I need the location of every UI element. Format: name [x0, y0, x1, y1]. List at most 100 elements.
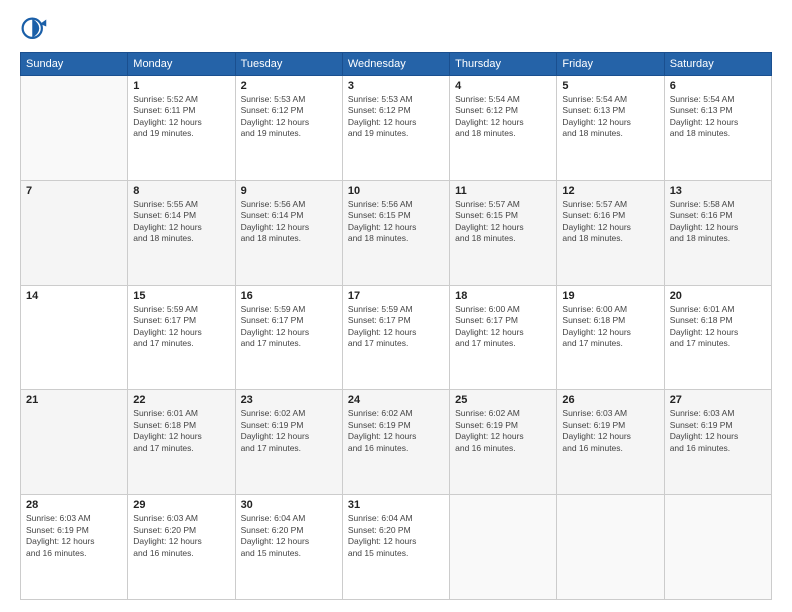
calendar-week-row: 78 Sunrise: 5:55 AM Sunset: 6:14 PM Dayli…	[21, 180, 772, 285]
calendar-cell: 30 Sunrise: 6:04 AM Sunset: 6:20 PM Dayli…	[235, 495, 342, 600]
day-number: 8	[133, 185, 229, 197]
day-info: Sunrise: 5:59 AM Sunset: 6:17 PM Dayligh…	[348, 304, 444, 350]
day-number: 17	[348, 290, 444, 302]
calendar-day-header: Thursday	[450, 53, 557, 76]
day-info: Sunrise: 5:55 AM Sunset: 6:14 PM Dayligh…	[133, 199, 229, 245]
calendar-cell: 26 Sunrise: 6:03 AM Sunset: 6:19 PM Dayli…	[557, 390, 664, 495]
calendar-week-row: 1 Sunrise: 5:52 AM Sunset: 6:11 PM Daylig…	[21, 76, 772, 181]
calendar-cell: 10 Sunrise: 5:56 AM Sunset: 6:15 PM Dayli…	[342, 180, 449, 285]
day-number: 15	[133, 290, 229, 302]
day-info: Sunrise: 6:02 AM Sunset: 6:19 PM Dayligh…	[241, 408, 337, 454]
calendar-day-header: Sunday	[21, 53, 128, 76]
day-number: 13	[670, 185, 766, 197]
calendar-cell	[450, 495, 557, 600]
day-number: 3	[348, 80, 444, 92]
calendar-cell: 9 Sunrise: 5:56 AM Sunset: 6:14 PM Daylig…	[235, 180, 342, 285]
day-number: 10	[348, 185, 444, 197]
calendar-cell: 2 Sunrise: 5:53 AM Sunset: 6:12 PM Daylig…	[235, 76, 342, 181]
day-info: Sunrise: 6:03 AM Sunset: 6:19 PM Dayligh…	[26, 513, 122, 559]
calendar-day-header: Saturday	[664, 53, 771, 76]
calendar-cell: 15 Sunrise: 5:59 AM Sunset: 6:17 PM Dayli…	[128, 285, 235, 390]
calendar-day-header: Monday	[128, 53, 235, 76]
calendar-cell: 6 Sunrise: 5:54 AM Sunset: 6:13 PM Daylig…	[664, 76, 771, 181]
day-number: 2	[241, 80, 337, 92]
calendar-table: SundayMondayTuesdayWednesdayThursdayFrid…	[20, 52, 772, 600]
day-number: 12	[562, 185, 658, 197]
calendar-day-header: Wednesday	[342, 53, 449, 76]
calendar-cell: 13 Sunrise: 5:58 AM Sunset: 6:16 PM Dayli…	[664, 180, 771, 285]
calendar-cell: 24Sunrise: 6:02 AM Sunset: 6:19 PM Dayli…	[342, 390, 449, 495]
day-number: 19	[562, 290, 658, 302]
page: SundayMondayTuesdayWednesdayThursdayFrid…	[0, 0, 792, 612]
calendar-cell: 18 Sunrise: 6:00 AM Sunset: 6:17 PM Dayli…	[450, 285, 557, 390]
day-number: 23	[241, 394, 337, 406]
day-info: Sunrise: 5:58 AM Sunset: 6:16 PM Dayligh…	[670, 199, 766, 245]
day-number: 22	[133, 394, 229, 406]
day-number: 30	[241, 499, 337, 511]
calendar-week-row: 28 Sunrise: 6:03 AM Sunset: 6:19 PM Dayli…	[21, 495, 772, 600]
calendar-cell: 11Sunrise: 5:57 AM Sunset: 6:15 PM Dayli…	[450, 180, 557, 285]
day-number: 6	[670, 80, 766, 92]
calendar-cell	[21, 76, 128, 181]
calendar-cell: 31 Sunrise: 6:04 AM Sunset: 6:20 PM Dayli…	[342, 495, 449, 600]
calendar-cell: 5 Sunrise: 5:54 AM Sunset: 6:13 PM Daylig…	[557, 76, 664, 181]
day-info: Sunrise: 6:04 AM Sunset: 6:20 PM Dayligh…	[241, 513, 337, 559]
day-number: 9	[241, 185, 337, 197]
day-number: 27	[670, 394, 766, 406]
calendar-cell	[664, 495, 771, 600]
calendar-cell: 3 Sunrise: 5:53 AM Sunset: 6:12 PM Daylig…	[342, 76, 449, 181]
day-info: Sunrise: 6:04 AM Sunset: 6:20 PM Dayligh…	[348, 513, 444, 559]
day-info: Sunrise: 5:52 AM Sunset: 6:11 PM Dayligh…	[133, 94, 229, 140]
day-info: Sunrise: 6:03 AM Sunset: 6:19 PM Dayligh…	[670, 408, 766, 454]
day-info: Sunrise: 6:00 AM Sunset: 6:18 PM Dayligh…	[562, 304, 658, 350]
calendar-cell: 25Sunrise: 6:02 AM Sunset: 6:19 PM Dayli…	[450, 390, 557, 495]
day-info: Sunrise: 5:57 AM Sunset: 6:15 PM Dayligh…	[455, 199, 551, 245]
calendar-cell: 14	[21, 285, 128, 390]
day-info: Sunrise: 5:53 AM Sunset: 6:12 PM Dayligh…	[241, 94, 337, 140]
day-info: Sunrise: 5:57 AM Sunset: 6:16 PM Dayligh…	[562, 199, 658, 245]
day-info: Sunrise: 6:02 AM Sunset: 6:19 PM Dayligh…	[455, 408, 551, 454]
calendar-cell	[557, 495, 664, 600]
day-info: Sunrise: 5:54 AM Sunset: 6:12 PM Dayligh…	[455, 94, 551, 140]
calendar-cell: 16Sunrise: 5:59 AM Sunset: 6:17 PM Dayli…	[235, 285, 342, 390]
day-info: Sunrise: 5:53 AM Sunset: 6:12 PM Dayligh…	[348, 94, 444, 140]
day-info: Sunrise: 5:54 AM Sunset: 6:13 PM Dayligh…	[562, 94, 658, 140]
day-info: Sunrise: 6:00 AM Sunset: 6:17 PM Dayligh…	[455, 304, 551, 350]
calendar-cell: 23 Sunrise: 6:02 AM Sunset: 6:19 PM Dayli…	[235, 390, 342, 495]
calendar-cell: 28 Sunrise: 6:03 AM Sunset: 6:19 PM Dayli…	[21, 495, 128, 600]
header	[20, 16, 772, 44]
day-number: 1	[133, 80, 229, 92]
calendar-cell: 4 Sunrise: 5:54 AM Sunset: 6:12 PM Daylig…	[450, 76, 557, 181]
day-number: 28	[26, 499, 122, 511]
calendar-cell: 27 Sunrise: 6:03 AM Sunset: 6:19 PM Dayli…	[664, 390, 771, 495]
calendar-day-header: Friday	[557, 53, 664, 76]
day-info: Sunrise: 6:01 AM Sunset: 6:18 PM Dayligh…	[670, 304, 766, 350]
calendar-header-row: SundayMondayTuesdayWednesdayThursdayFrid…	[21, 53, 772, 76]
day-number: 31	[348, 499, 444, 511]
calendar-cell: 7	[21, 180, 128, 285]
calendar-cell: 19 Sunrise: 6:00 AM Sunset: 6:18 PM Dayli…	[557, 285, 664, 390]
day-info: Sunrise: 6:03 AM Sunset: 6:20 PM Dayligh…	[133, 513, 229, 559]
day-info: Sunrise: 6:01 AM Sunset: 6:18 PM Dayligh…	[133, 408, 229, 454]
day-number: 16	[241, 290, 337, 302]
day-number: 21	[26, 394, 122, 406]
day-info: Sunrise: 5:56 AM Sunset: 6:15 PM Dayligh…	[348, 199, 444, 245]
day-number: 20	[670, 290, 766, 302]
day-number: 7	[26, 185, 122, 197]
calendar-week-row: 14 15 Sunrise: 5:59 AM Sunset: 6:17 PM Day…	[21, 285, 772, 390]
day-info: Sunrise: 6:02 AM Sunset: 6:19 PM Dayligh…	[348, 408, 444, 454]
day-number: 4	[455, 80, 551, 92]
calendar-week-row: 21 22 Sunrise: 6:01 AM Sunset: 6:18 PM Day…	[21, 390, 772, 495]
day-info: Sunrise: 5:54 AM Sunset: 6:13 PM Dayligh…	[670, 94, 766, 140]
day-info: Sunrise: 6:03 AM Sunset: 6:19 PM Dayligh…	[562, 408, 658, 454]
calendar-cell: 22 Sunrise: 6:01 AM Sunset: 6:18 PM Dayli…	[128, 390, 235, 495]
day-number: 5	[562, 80, 658, 92]
day-info: Sunrise: 5:59 AM Sunset: 6:17 PM Dayligh…	[133, 304, 229, 350]
day-info: Sunrise: 5:56 AM Sunset: 6:14 PM Dayligh…	[241, 199, 337, 245]
logo-icon	[20, 16, 48, 44]
day-number: 26	[562, 394, 658, 406]
day-number: 18	[455, 290, 551, 302]
calendar-cell: 21	[21, 390, 128, 495]
calendar-cell: 20 Sunrise: 6:01 AM Sunset: 6:18 PM Dayli…	[664, 285, 771, 390]
day-number: 29	[133, 499, 229, 511]
